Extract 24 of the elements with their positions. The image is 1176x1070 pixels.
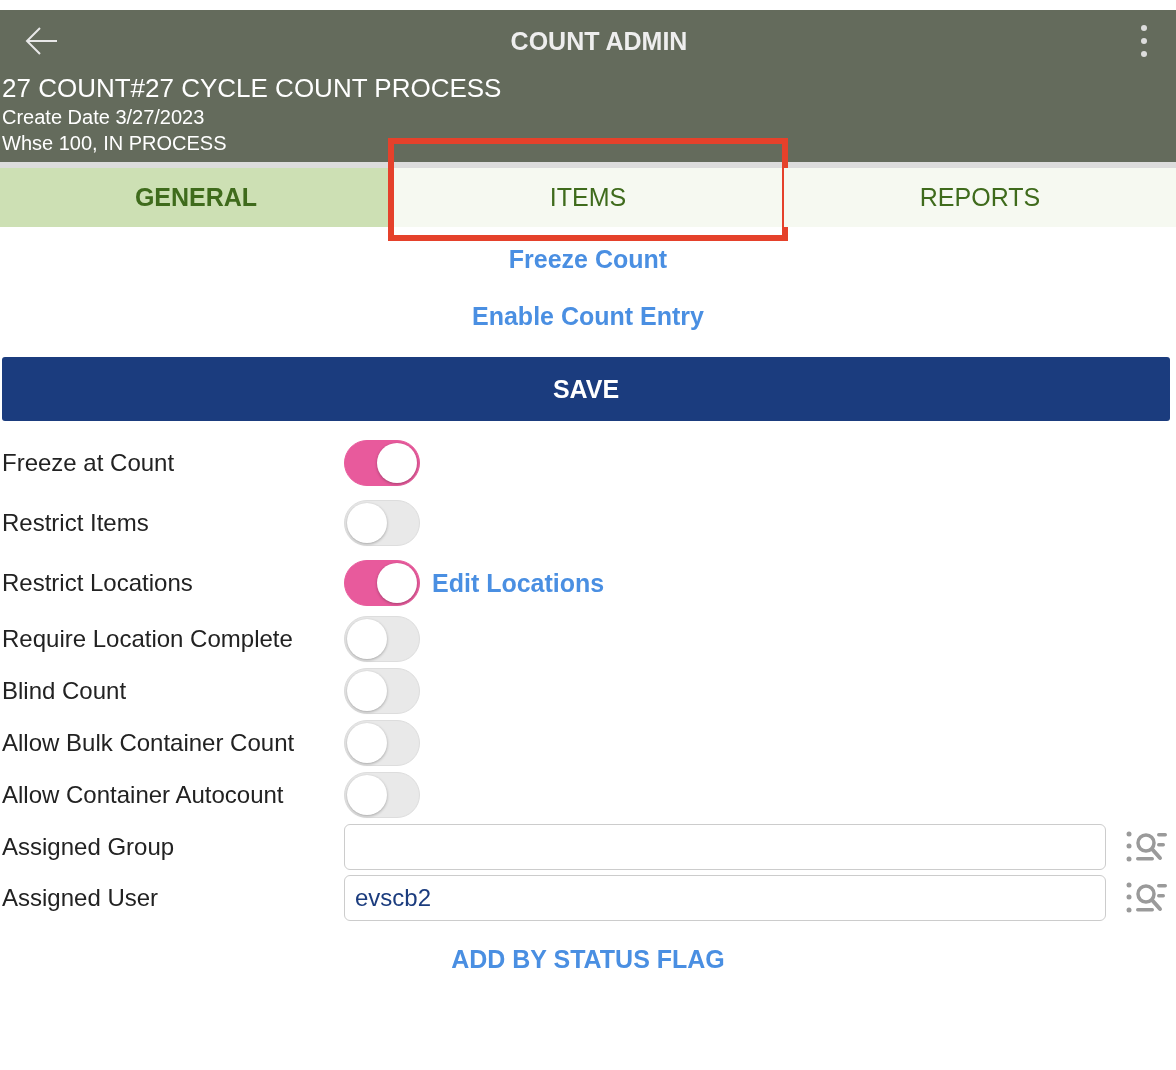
field-label: Allow Container Autocount (1, 781, 285, 809)
field-label: Restrict Locations (1, 569, 194, 597)
back-arrow-icon[interactable] (24, 26, 58, 56)
field-label: Allow Bulk Container Count (1, 729, 296, 757)
field-label: Assigned Group (1, 832, 176, 861)
field-label: Assigned User (1, 883, 160, 912)
field-label: Freeze at Count (1, 449, 176, 477)
field-label: Require Location Complete (1, 625, 294, 653)
toggle-switch[interactable] (344, 560, 420, 606)
save-button[interactable]: SAVE (2, 357, 1170, 421)
field-label: Restrict Items (1, 509, 150, 537)
count-title: 27 COUNT#27 CYCLE COUNT PROCESS (1, 72, 502, 104)
edit-locations-link[interactable]: Edit Locations (432, 568, 605, 598)
action-link[interactable]: Enable Count Entry (472, 302, 704, 331)
add-by-status-flag-link[interactable]: ADD BY STATUS FLAG (451, 945, 725, 974)
input-field[interactable]: evscb2 (344, 874, 1106, 921)
more-menu-icon[interactable] (1140, 24, 1148, 58)
create-date: Create Date 3/27/2023 (1, 105, 205, 130)
screen-title: COUNT ADMIN (510, 26, 688, 56)
toggle-switch[interactable] (344, 440, 420, 486)
field-label: Blind Count (1, 677, 128, 705)
action-link[interactable]: Freeze Count (508, 245, 668, 274)
count-status: Whse 100, IN PROCESS (1, 131, 227, 156)
input-field[interactable] (344, 823, 1106, 870)
